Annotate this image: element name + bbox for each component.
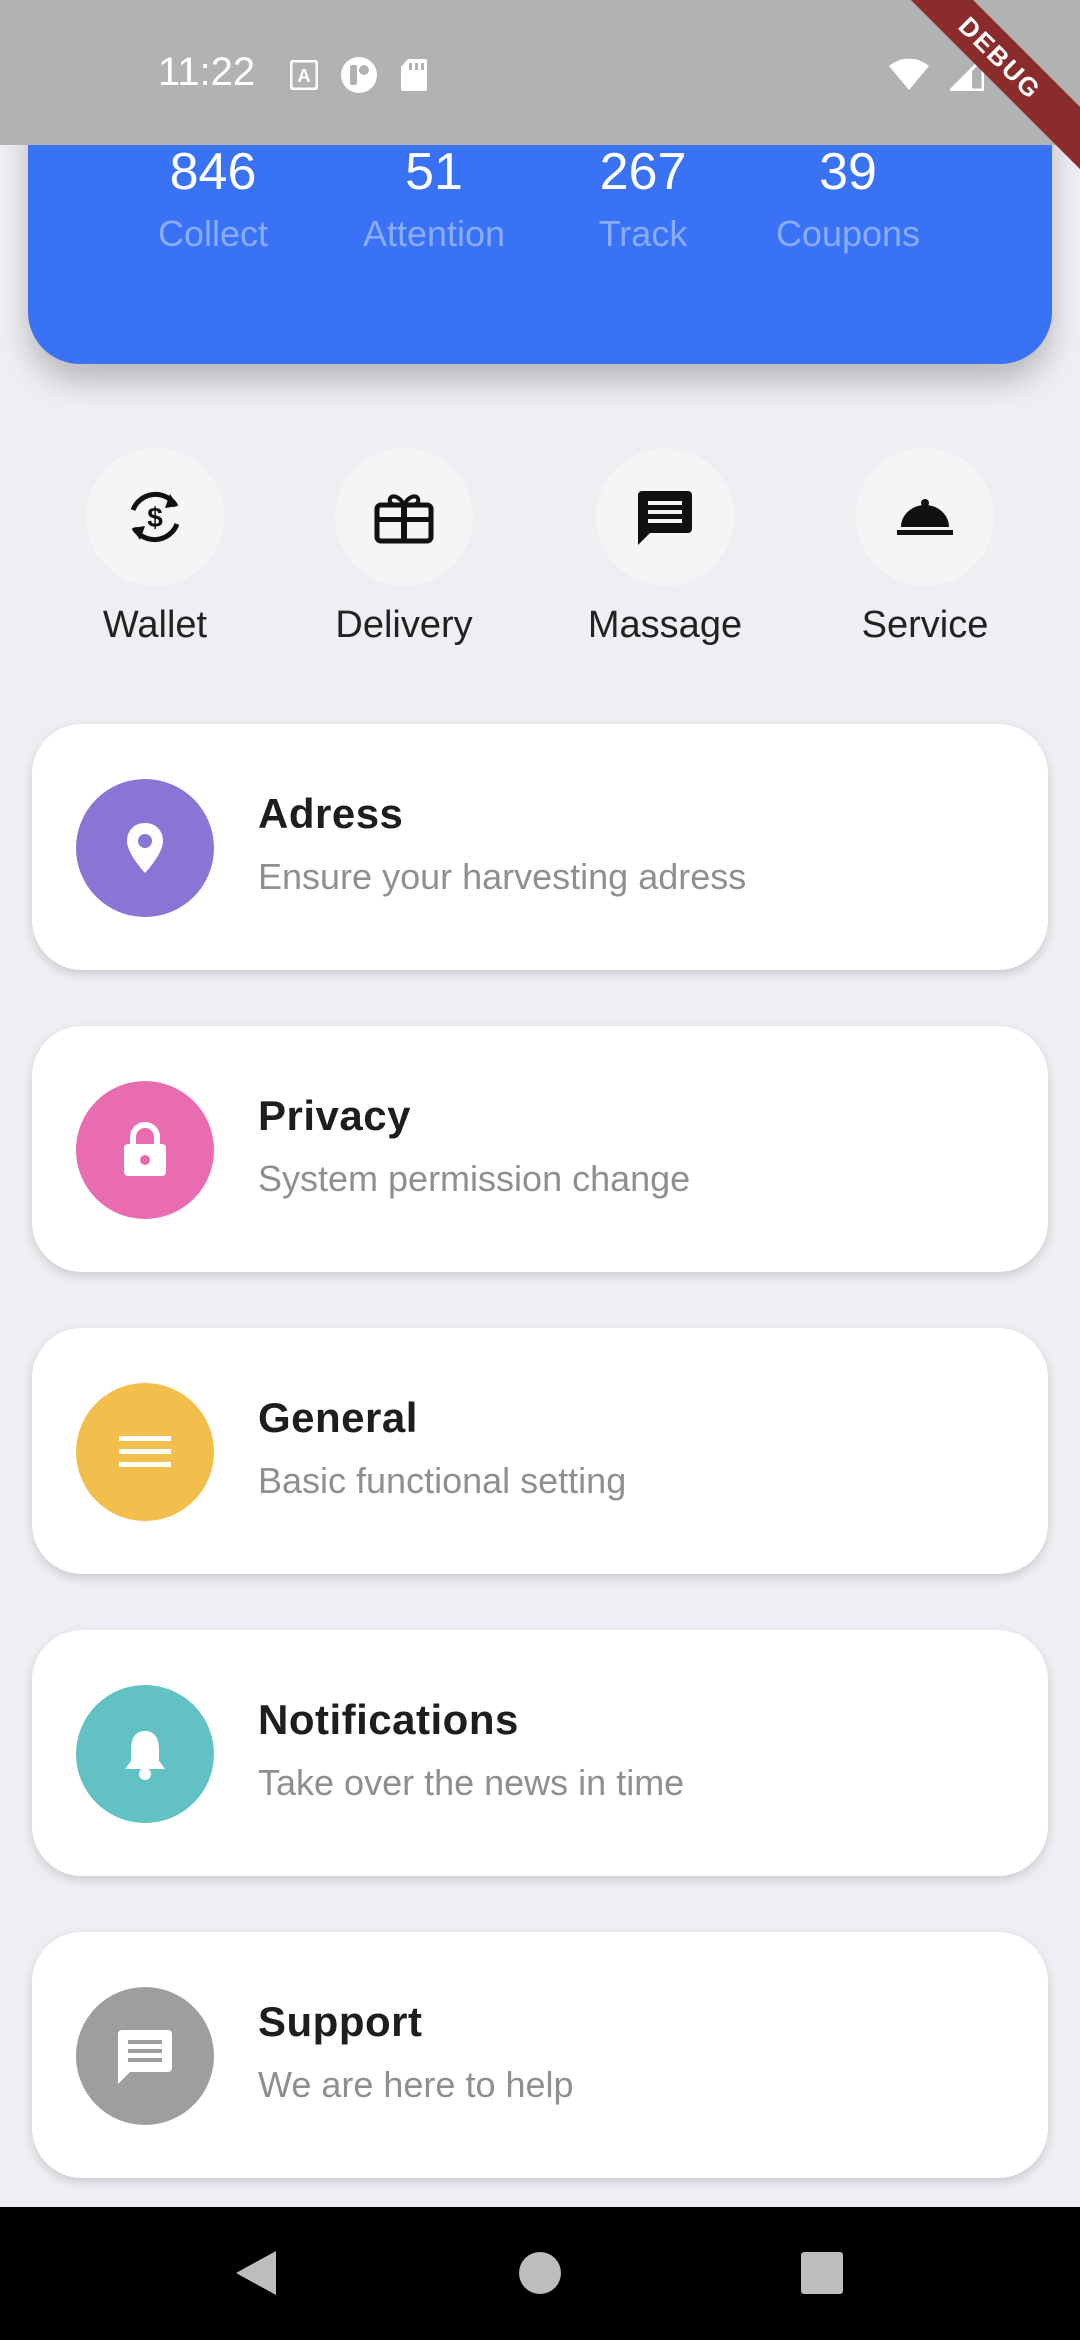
svg-text:$: $ — [147, 502, 163, 533]
location-pin-icon — [127, 823, 163, 873]
stat-attention[interactable]: 51 Attention — [324, 142, 544, 262]
message-icon — [638, 491, 692, 545]
quick-action-service[interactable]: Service — [820, 448, 1030, 647]
stat-label: Attention — [362, 213, 506, 254]
menu-item-general[interactable]: General Basic functional setting — [32, 1328, 1048, 1574]
menu-item-support[interactable]: Support We are here to help — [32, 1932, 1048, 2178]
currency-exchange-icon: $ — [130, 491, 180, 543]
app-icon — [341, 57, 377, 93]
gift-card-icon — [374, 494, 434, 544]
menu-icon-circle — [76, 1987, 214, 2125]
stat-label: Coupons — [775, 213, 921, 254]
quick-action-circle — [335, 448, 473, 586]
back-icon — [236, 2251, 276, 2295]
stat-label: Track — [598, 213, 688, 254]
sd-card-icon — [401, 59, 427, 91]
menu-subtitle: System permission change — [258, 1158, 691, 1199]
stat-collect[interactable]: 846 Collect — [103, 142, 323, 262]
a-box-icon: A — [290, 60, 318, 90]
quick-action-massage[interactable]: Massage — [560, 448, 770, 647]
menu-subtitle: Take over the news in time — [258, 1762, 685, 1803]
menu-subtitle: We are here to help — [258, 2064, 574, 2105]
status-icons-left: A — [290, 56, 428, 94]
stat-coupons[interactable]: 39 Coupons — [738, 142, 958, 262]
stat-track[interactable]: 267 Track — [533, 142, 753, 262]
menu-title: Support — [258, 1998, 423, 2045]
svg-text:A: A — [298, 66, 311, 86]
menu-title: Privacy — [258, 1092, 411, 1139]
status-time: 11:22 — [158, 50, 256, 94]
quick-action-wallet[interactable]: $ Wallet — [50, 448, 260, 647]
stat-label: Collect — [157, 213, 269, 254]
quick-action-circle — [856, 448, 994, 586]
menu-item-adress[interactable]: Adress Ensure your harvesting adress — [32, 724, 1048, 970]
chat-icon — [118, 2030, 172, 2084]
quick-action-label: Massage — [587, 604, 743, 646]
back-button[interactable] — [226, 2243, 286, 2303]
recents-button[interactable] — [792, 2243, 852, 2303]
lock-icon — [124, 1122, 166, 1176]
menu-title: Notifications — [258, 1696, 519, 1743]
menu-item-privacy[interactable]: Privacy System permission change — [32, 1026, 1048, 1272]
home-button[interactable] — [510, 2243, 570, 2303]
stat-value: 846 — [169, 143, 257, 201]
status-bar: 11:22 A — [0, 0, 1080, 145]
menu-title: Adress — [258, 790, 404, 837]
home-icon — [519, 2252, 561, 2294]
recents-icon — [801, 2252, 843, 2294]
quick-action-delivery[interactable]: Delivery — [299, 448, 509, 647]
menu-subtitle: Basic functional setting — [258, 1460, 627, 1501]
quick-action-label: Service — [861, 604, 989, 646]
bell-icon — [125, 1731, 165, 1780]
quick-action-label: Wallet — [102, 604, 208, 646]
menu-icon — [119, 1436, 171, 1467]
quick-action-circle: $ — [86, 448, 224, 586]
wifi-icon — [889, 58, 929, 90]
quick-action-label: Delivery — [335, 604, 473, 646]
stat-value: 39 — [819, 143, 877, 201]
menu-subtitle: Ensure your harvesting adress — [258, 856, 747, 897]
system-nav-bar — [0, 2207, 1080, 2340]
stat-value: 51 — [405, 143, 463, 201]
quick-action-circle — [596, 448, 734, 586]
menu-title: General — [258, 1394, 418, 1441]
menu-icon-circle — [76, 1383, 214, 1521]
menu-icon-circle — [76, 1685, 214, 1823]
menu-icon-circle — [76, 779, 214, 917]
menu-item-notifications[interactable]: Notifications Take over the news in time — [32, 1630, 1048, 1876]
menu-icon-circle — [76, 1081, 214, 1219]
stat-value: 267 — [599, 143, 687, 201]
room-service-icon — [897, 499, 953, 535]
